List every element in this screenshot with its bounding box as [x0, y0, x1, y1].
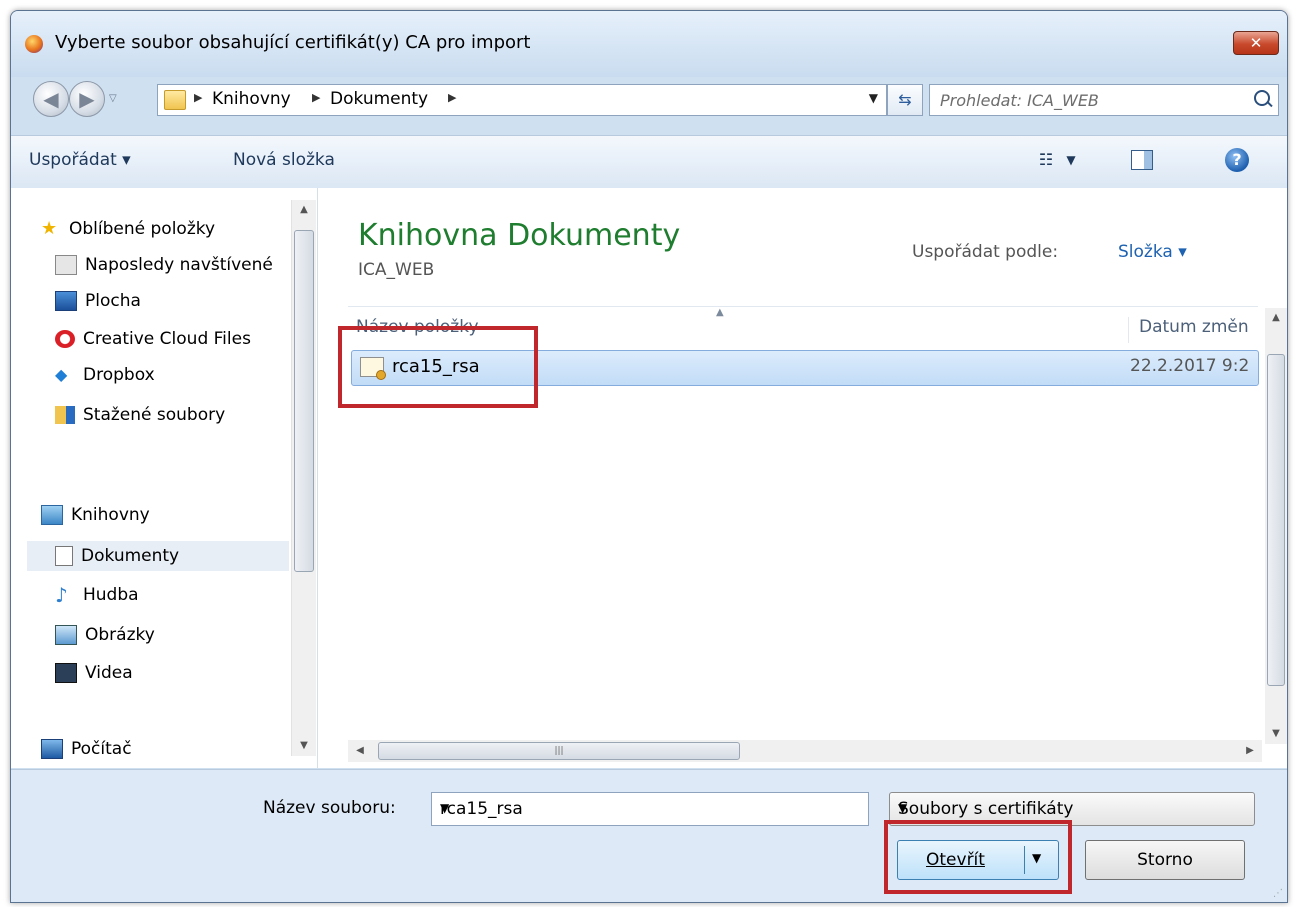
back-arrow-icon: ◀: [43, 87, 59, 111]
search-input[interactable]: [938, 88, 1242, 112]
arrange-by-dropdown[interactable]: Složka ▾: [1118, 242, 1187, 262]
nav-pictures-label: Obrázky: [85, 625, 155, 645]
nav-documents[interactable]: Dokumenty: [27, 541, 289, 571]
organize-button[interactable]: Uspořádat ▾: [29, 150, 131, 170]
downloads-folder-icon: [55, 406, 75, 424]
breadcrumb-libraries[interactable]: Knihovny: [212, 89, 291, 109]
scroll-left-icon[interactable]: ◀: [350, 741, 370, 761]
star-icon: ★: [41, 218, 58, 239]
forward-arrow-icon: ▶: [79, 87, 95, 111]
library-subtitle: ICA_WEB: [358, 260, 435, 280]
back-button[interactable]: ◀: [33, 81, 69, 117]
help-button[interactable]: ?: [1223, 147, 1251, 173]
scroll-right-icon[interactable]: ▶: [1240, 741, 1260, 761]
scroll-up-icon[interactable]: ▲: [292, 200, 316, 220]
nav-pane-scrollbar[interactable]: ▲ ▼: [291, 200, 316, 756]
nav-computer-label: Počítač: [71, 739, 132, 759]
nav-music[interactable]: ♪ Hudba: [55, 580, 287, 610]
breadcrumb-separator-icon[interactable]: ▶: [448, 91, 456, 104]
toolbar: Uspořádat ▾ Nová složka ☷ ▼ ?: [11, 135, 1287, 189]
music-icon: ♪: [55, 583, 68, 607]
nav-desktop[interactable]: Plocha: [55, 286, 287, 316]
view-options-dropdown-icon[interactable]: ▼: [1063, 147, 1079, 173]
dialog-content: ★ Oblíbené položky Naposledy navštívené P…: [11, 188, 1287, 768]
nav-music-label: Hudba: [83, 585, 139, 605]
nav-favorites[interactable]: ★ Oblíbené položky: [41, 214, 215, 244]
nav-favorites-label: Oblíbené položky: [69, 219, 216, 239]
help-icon: ?: [1225, 148, 1249, 172]
nav-downloads-label: Stažené soubory: [83, 405, 226, 425]
change-view-icon[interactable]: ☷: [1035, 147, 1057, 173]
file-list-horizontal-scrollbar[interactable]: ◀ ||| ▶: [348, 740, 1262, 762]
nav-downloads[interactable]: Stažené soubory: [55, 400, 287, 430]
address-dropdown-icon[interactable]: ▼: [869, 91, 878, 105]
sort-ascending-icon: ▲: [716, 307, 724, 318]
nav-videos[interactable]: Videa: [55, 658, 287, 688]
file-list-vertical-scrollbar[interactable]: ▲ ▼: [1265, 308, 1287, 744]
search-icon[interactable]: [1254, 90, 1270, 106]
pictures-icon: [55, 625, 77, 645]
new-folder-button[interactable]: Nová složka: [233, 150, 335, 170]
navigation-pane: ★ Oblíbené položky Naposledy navštívené P…: [11, 188, 318, 768]
nav-videos-label: Videa: [85, 663, 133, 683]
file-date: 22.2.2017 9:2: [1130, 356, 1250, 376]
nav-libraries[interactable]: Knihovny: [41, 500, 150, 530]
scroll-down-icon[interactable]: ▼: [292, 736, 316, 756]
recent-places-icon: [55, 255, 77, 275]
resize-grip-icon[interactable]: ⋰: [1273, 888, 1283, 899]
dialog-footer: Název souboru: rca15_rsa ▼ Soubory s cer…: [11, 769, 1287, 902]
close-button[interactable]: ✕: [1233, 31, 1279, 55]
scroll-down-icon[interactable]: ▼: [1266, 724, 1286, 744]
library-title: Knihovna Dokumenty: [358, 218, 681, 253]
nav-dropbox-label: Dropbox: [83, 365, 155, 385]
forward-button[interactable]: ▶: [69, 81, 105, 117]
nav-libraries-label: Knihovny: [71, 505, 150, 525]
nav-recent-places[interactable]: Naposledy navštívené: [55, 250, 287, 280]
folder-icon: [164, 90, 186, 110]
breadcrumb-documents[interactable]: Dokumenty: [330, 89, 428, 109]
file-list-pane: Knihovna Dokumenty ICA_WEB Uspořádat pod…: [318, 188, 1287, 768]
creative-cloud-icon: [55, 330, 75, 348]
libraries-icon: [41, 505, 63, 525]
file-name-label: Název souboru:: [263, 798, 396, 818]
firefox-icon: [25, 35, 43, 53]
highlight-frame-open-button: [884, 820, 1072, 894]
dropbox-icon: ◆: [55, 365, 68, 384]
search-box[interactable]: [929, 84, 1279, 116]
scroll-up-icon[interactable]: ▲: [1266, 308, 1286, 328]
chevron-down-icon[interactable]: ▼: [440, 801, 858, 815]
refresh-button[interactable]: ⇆: [887, 84, 923, 116]
nav-documents-label: Dokumenty: [81, 546, 180, 566]
desktop-icon: [55, 291, 77, 311]
nav-creative-cloud-label: Creative Cloud Files: [83, 329, 251, 349]
column-date-header[interactable]: Datum změn: [1128, 317, 1249, 343]
scrollbar-thumb[interactable]: [294, 230, 314, 572]
file-open-dialog: Vyberte soubor obsahující certifikát(y) …: [10, 10, 1288, 903]
scrollbar-thumb[interactable]: |||: [378, 742, 740, 760]
computer-icon: [41, 739, 63, 759]
breadcrumb-separator-icon[interactable]: ▶: [312, 91, 320, 104]
chevron-down-icon[interactable]: ▼: [898, 801, 1244, 815]
nav-desktop-label: Plocha: [85, 291, 141, 311]
window-title: Vyberte soubor obsahující certifikát(y) …: [55, 32, 531, 53]
file-name-field[interactable]: rca15_rsa ▼: [431, 792, 869, 826]
videos-icon: [55, 663, 77, 683]
cancel-button[interactable]: Storno: [1085, 840, 1245, 880]
scrollbar-thumb[interactable]: [1267, 354, 1285, 686]
recent-pages-dropdown[interactable]: ▽: [109, 93, 121, 105]
nav-pictures[interactable]: Obrázky: [55, 620, 287, 650]
documents-icon: [55, 546, 73, 566]
nav-recent-places-label: Naposledy navštívené: [85, 255, 273, 275]
preview-pane-icon: [1131, 150, 1153, 170]
nav-dropbox[interactable]: ◆ Dropbox: [55, 360, 287, 390]
title-bar: Vyberte soubor obsahující certifikát(y) …: [11, 11, 1287, 77]
highlight-frame-file: [338, 326, 538, 408]
nav-creative-cloud[interactable]: Creative Cloud Files: [55, 324, 287, 354]
nav-computer[interactable]: Počítač: [41, 734, 132, 764]
preview-pane-button[interactable]: [1131, 147, 1153, 173]
breadcrumb-separator-icon[interactable]: ▶: [194, 91, 202, 104]
arrange-by-label: Uspořádat podle:: [912, 242, 1059, 262]
refresh-icon: ⇆: [898, 90, 912, 109]
address-bar[interactable]: ▶ Knihovny ▶ Dokumenty ▶ ▼: [157, 84, 887, 116]
